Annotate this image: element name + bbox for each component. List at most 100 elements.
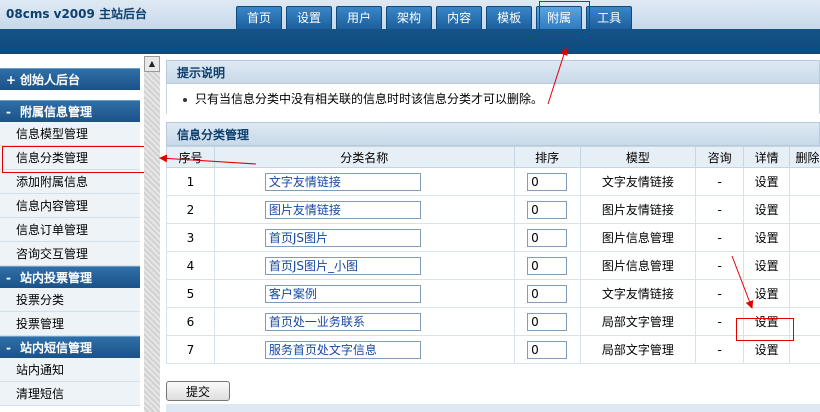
footer-strip [166,404,820,412]
tab-tools[interactable]: 工具 [586,6,633,29]
tab-attached[interactable]: 附属 [536,6,583,29]
sort-input[interactable] [527,228,568,247]
row-consult: - [695,307,745,336]
delete-cell[interactable] [789,335,820,364]
category-name-input[interactable] [264,172,421,191]
detail-link[interactable]: 设置 [743,251,791,280]
sort-input[interactable] [527,340,568,359]
tab-structure[interactable]: 架构 [386,6,433,29]
sidebar-item-info-category[interactable]: 信息分类管理 [0,146,140,170]
delete-cell[interactable] [789,307,820,336]
row-consult: - [695,335,745,364]
detail-link[interactable]: 设置 [743,167,791,196]
row-no: 7 [166,335,215,364]
sidebar-item-info-orders[interactable]: 信息订单管理 [0,218,140,242]
row-no: 2 [166,195,215,224]
section-label: 站内短信管理 [20,341,93,355]
detail-link[interactable]: 设置 [743,223,791,252]
row-model: 局部文字管理 [579,307,697,336]
sidebar-item-clean-sms[interactable]: 清理短信 [0,382,140,406]
detail-link[interactable]: 设置 [743,195,791,224]
sidebar-spacer [0,90,140,100]
category-name-input[interactable] [264,200,421,219]
table-row: 4 图片信息管理 - 设置 [166,251,820,280]
tab-users[interactable]: 用户 [336,6,383,29]
sidebar-section-founder[interactable]: + 创始人后台 [0,68,140,90]
table-row: 1 文字友情链接 - 设置 [166,167,820,196]
row-consult: - [695,223,745,252]
top-header: 08cms v2009 主站后台 首页 设置 用户 架构 内容 模板 附属 工具 [0,0,820,54]
table-header-row: 序号 分类名称 排序 模型 咨询 详情 删除 [166,146,820,168]
scroll-up-icon[interactable]: ▲ [144,56,160,72]
tab-settings[interactable]: 设置 [286,6,333,29]
sidebar-section-sms[interactable]: - 站内短信管理 [0,336,140,358]
tip-text: 只有当信息分类中没有相关联的信息时时该信息分类才可以删除。 [195,92,544,106]
delete-cell[interactable] [789,279,820,308]
bullet-icon [183,97,187,102]
sidebar-item-vote-category[interactable]: 投票分类 [0,288,140,312]
row-consult: - [695,195,745,224]
delete-cell[interactable] [789,195,820,224]
sort-input[interactable] [527,312,568,331]
category-panel-title: 信息分类管理 [166,122,820,146]
panel-gap [166,114,820,122]
sidebar-item-notice[interactable]: 站内通知 [0,358,140,382]
sidebar-scrollbar[interactable]: ▲ [144,56,160,412]
row-no: 5 [166,279,215,308]
detail-link[interactable]: 设置 [743,279,791,308]
detail-link[interactable]: 设置 [743,335,791,364]
sidebar-section-attached[interactable]: - 附属信息管理 [0,100,140,122]
sort-input[interactable] [527,284,568,303]
detail-link[interactable]: 设置 [743,307,791,336]
submit-button[interactable]: 提交 [166,381,230,401]
sidebar-item-info-content[interactable]: 信息内容管理 [0,194,140,218]
tab-home[interactable]: 首页 [236,6,283,29]
table-row: 5 文字友情链接 - 设置 [166,279,820,308]
row-no: 4 [166,251,215,280]
row-model: 图片信息管理 [579,223,697,252]
sidebar: + 创始人后台 - 附属信息管理 信息模型管理 信息分类管理 添加附属信息 信息内容… [0,68,140,406]
category-name-input[interactable] [264,312,421,331]
section-label: 创始人后台 [20,73,81,87]
header-no: 序号 [166,146,215,168]
category-name-input[interactable] [264,228,421,247]
header-name: 分类名称 [213,146,515,168]
sidebar-item-add-attached[interactable]: 添加附属信息 [0,170,140,194]
section-label: 附属信息管理 [20,105,93,119]
row-no: 3 [166,223,215,252]
row-model: 局部文字管理 [579,335,697,364]
category-name-input[interactable] [264,256,421,275]
sidebar-item-vote-manage[interactable]: 投票管理 [0,312,140,336]
table-row: 6 局部文字管理 - 设置 [166,307,820,336]
collapse-icon: - [6,341,11,355]
row-consult: - [695,167,745,196]
tab-templates[interactable]: 模板 [486,6,533,29]
brand-title: 08cms v2009 主站后台 [6,7,148,21]
row-model: 文字友情链接 [579,167,697,196]
table-row: 3 图片信息管理 - 设置 [166,223,820,252]
sort-input[interactable] [527,172,568,191]
sidebar-item-info-model[interactable]: 信息模型管理 [0,122,140,146]
sort-input[interactable] [527,256,568,275]
row-model: 图片友情链接 [579,195,697,224]
delete-cell[interactable] [789,223,820,252]
row-no: 6 [166,307,215,336]
header-consult: 咨询 [695,146,745,168]
header-sort: 排序 [513,146,581,168]
sort-input[interactable] [527,200,568,219]
category-name-input[interactable] [264,284,421,303]
header-delete: 删除 [789,146,820,168]
collapse-icon: - [6,105,11,119]
sidebar-item-consult[interactable]: 咨询交互管理 [0,242,140,266]
tab-content[interactable]: 内容 [436,6,483,29]
main-nav: 首页 设置 用户 架构 内容 模板 附属 工具 [236,6,636,29]
collapse-icon: - [6,271,11,285]
delete-cell[interactable] [789,167,820,196]
tip-text-row: 只有当信息分类中没有相关联的信息时时该信息分类才可以删除。 [166,84,820,114]
sidebar-section-vote[interactable]: - 站内投票管理 [0,266,140,288]
category-name-input[interactable] [264,340,421,359]
table-row: 7 局部文字管理 - 设置 [166,335,820,364]
delete-cell[interactable] [789,251,820,280]
row-consult: - [695,279,745,308]
expand-icon: + [6,73,17,87]
